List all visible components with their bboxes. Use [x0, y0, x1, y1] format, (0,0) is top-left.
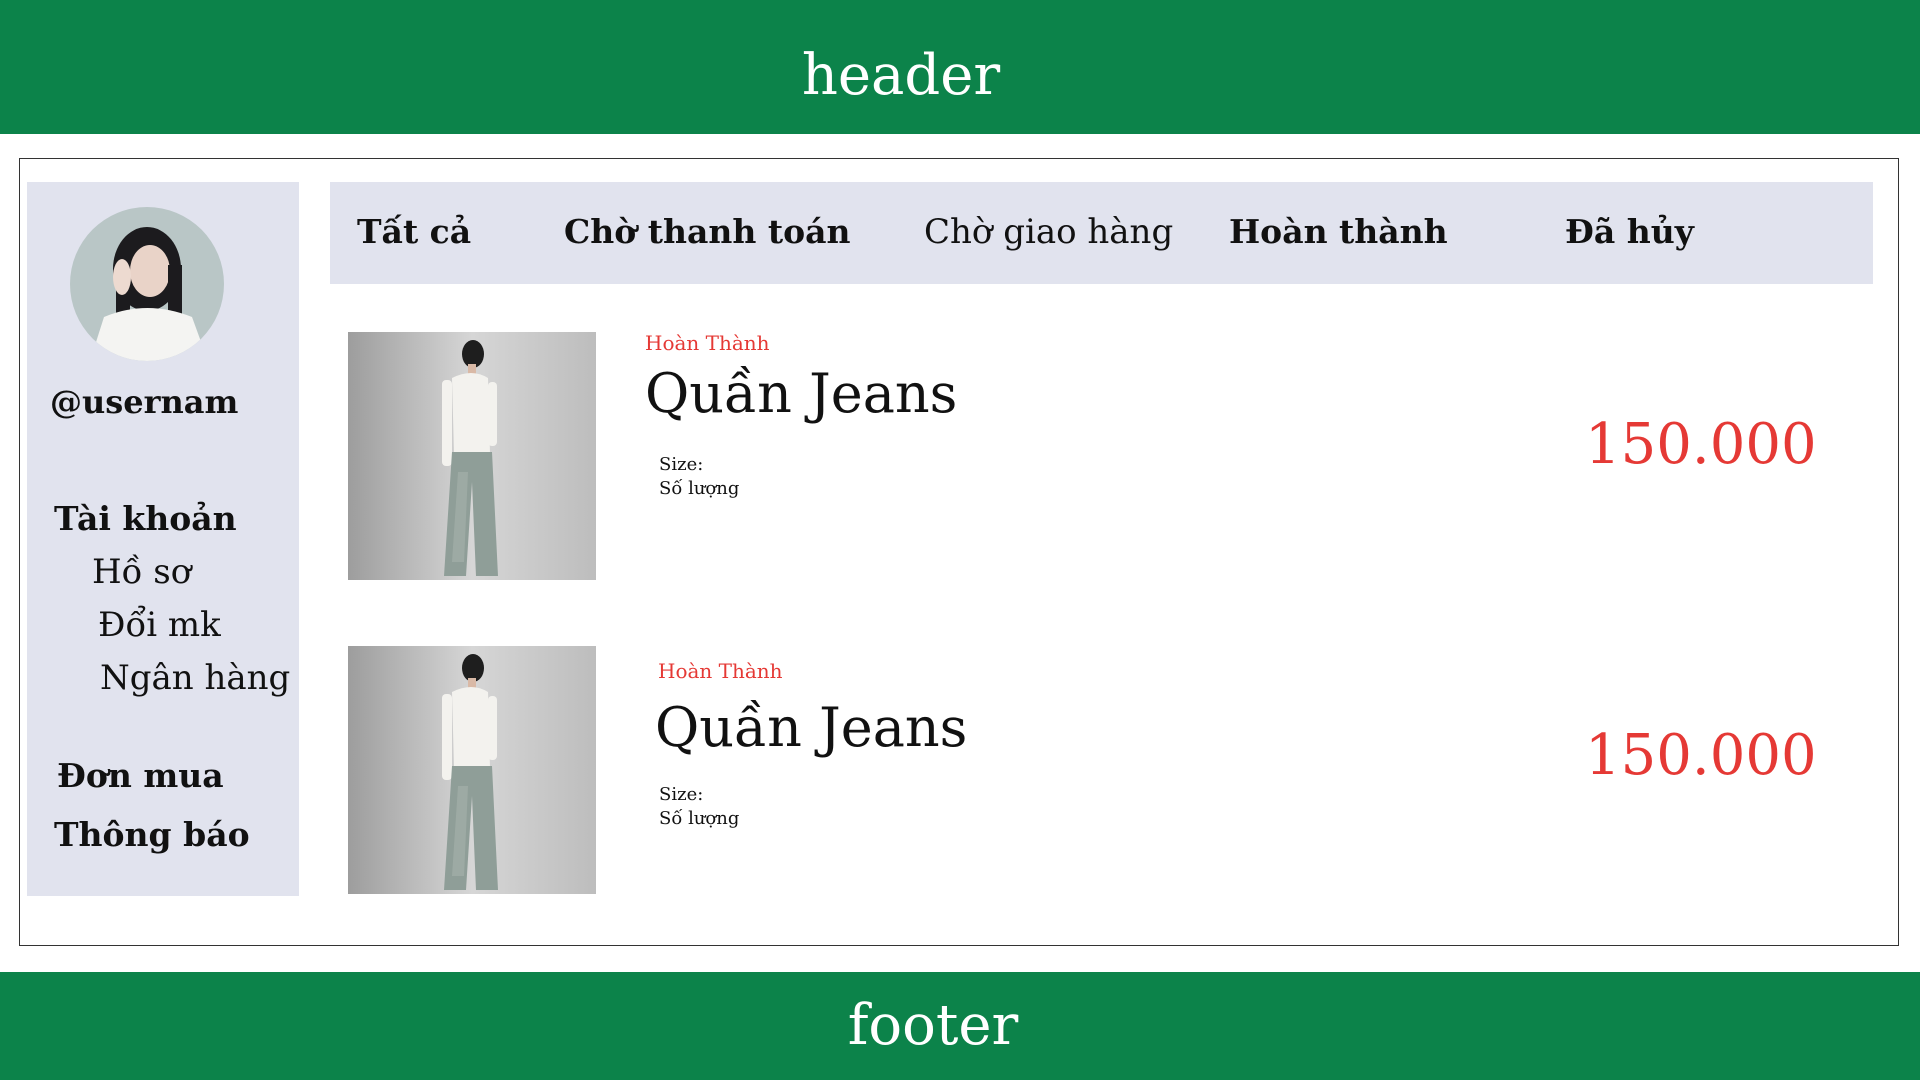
product-name[interactable]: Quần Jeans — [655, 696, 967, 760]
sidebar-item-change-password[interactable]: Đổi mk — [98, 602, 221, 648]
sidebar-item-profile[interactable]: Hồ sơ — [92, 549, 191, 595]
sidebar-item-notifications[interactable]: Thông báo — [54, 812, 250, 858]
tab-pending-payment[interactable]: Chờ thanh toán — [564, 207, 850, 257]
size-label: Size: — [659, 454, 704, 475]
sidebar-item-account[interactable]: Tài khoản — [54, 496, 237, 542]
tab-cancelled[interactable]: Đã hủy — [1565, 207, 1694, 257]
sidebar-item-bank[interactable]: Ngân hàng — [100, 655, 290, 701]
footer-title: footer — [847, 993, 1019, 1058]
quantity-label: Số lượng — [659, 808, 740, 829]
order-status: Hoàn Thành — [658, 659, 783, 683]
header-title: header — [801, 43, 1001, 108]
product-name[interactable]: Quần Jeans — [645, 362, 957, 426]
footer-bar: footer — [0, 972, 1920, 1080]
tab-all[interactable]: Tất cả — [357, 207, 471, 257]
order-price: 150.000 — [1585, 723, 1817, 788]
header-bar: header — [0, 0, 1920, 134]
product-image[interactable] — [348, 332, 596, 580]
avatar[interactable] — [70, 207, 224, 361]
order-status: Hoàn Thành — [645, 331, 770, 355]
avatar-image — [70, 207, 224, 361]
size-label: Size: — [659, 784, 704, 805]
product-photo — [348, 332, 596, 580]
order-price: 150.000 — [1585, 412, 1817, 477]
tab-completed[interactable]: Hoàn thành — [1229, 207, 1448, 257]
product-image[interactable] — [348, 646, 596, 894]
username: @usernam — [50, 383, 239, 421]
product-photo — [348, 646, 596, 894]
tab-awaiting-delivery[interactable]: Chờ giao hàng — [924, 207, 1173, 257]
sidebar-item-orders[interactable]: Đơn mua — [57, 753, 224, 799]
quantity-label: Số lượng — [659, 478, 740, 499]
